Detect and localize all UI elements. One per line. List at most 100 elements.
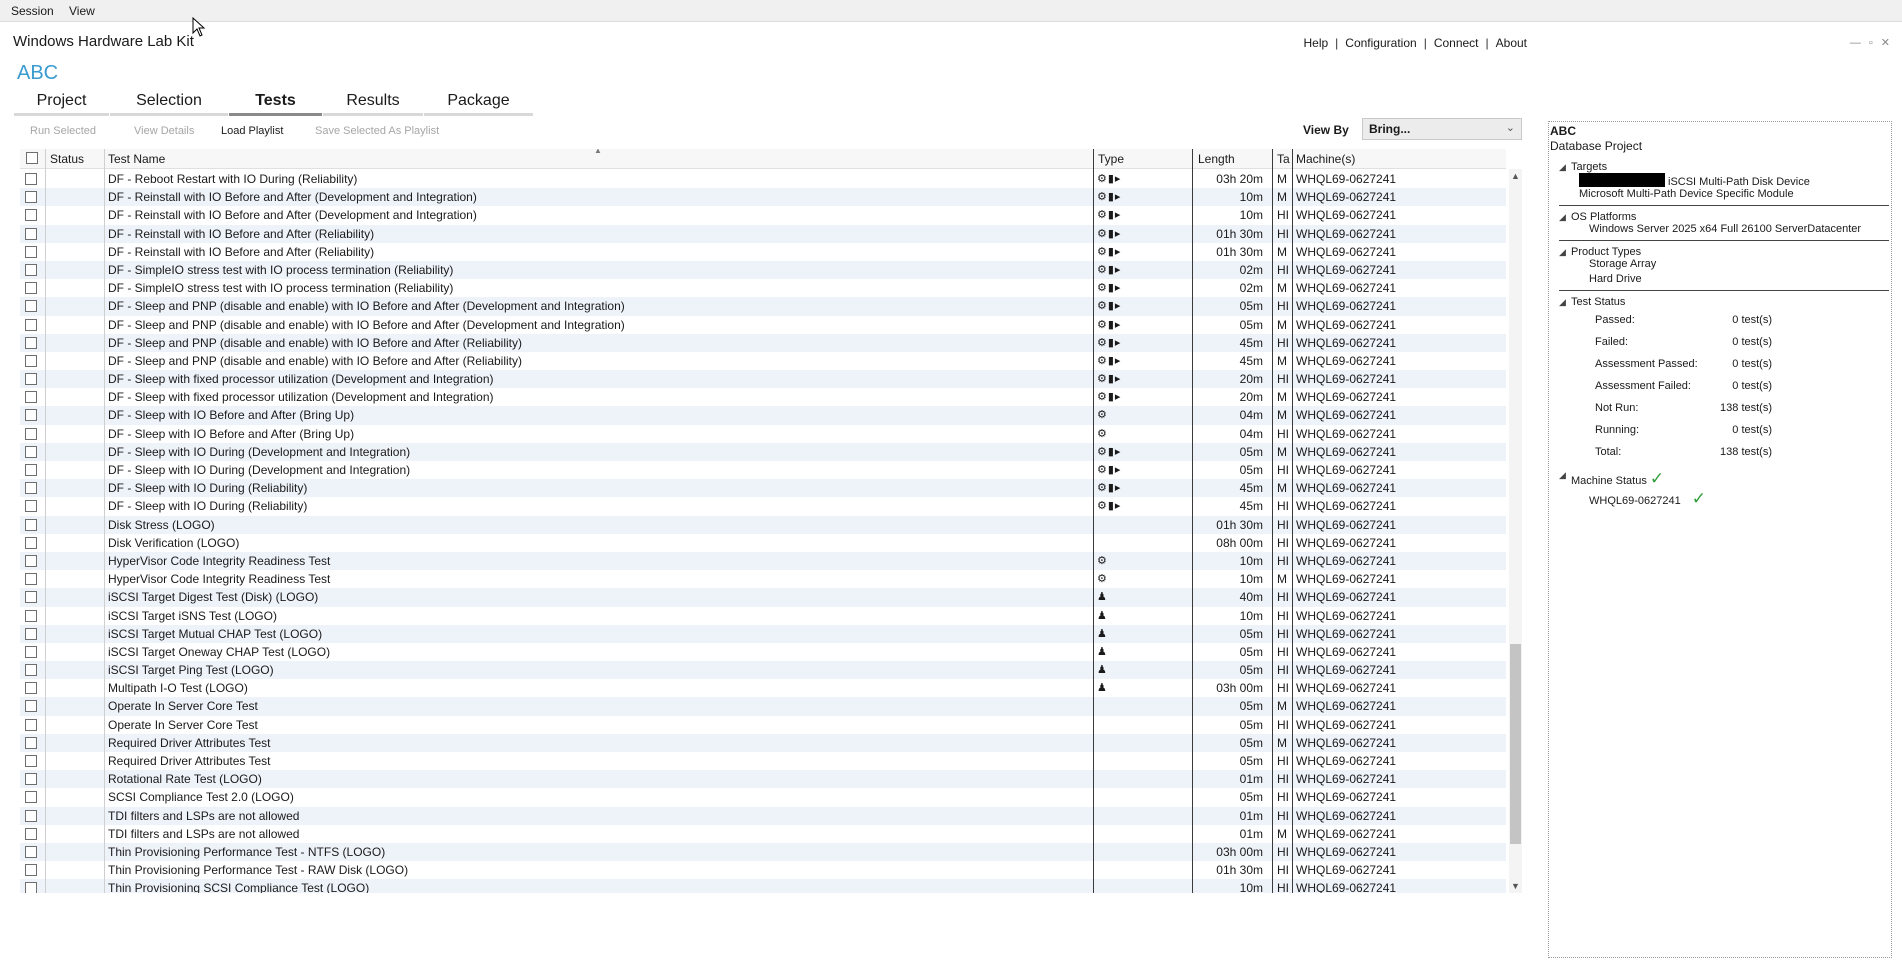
row-checkbox[interactable] (25, 791, 37, 804)
row-checkbox[interactable] (25, 373, 37, 386)
table-row[interactable]: DF - SimpleIO stress test with IO proces… (20, 260, 1506, 280)
row-checkbox[interactable] (25, 700, 37, 713)
configuration-link[interactable]: Configuration (1338, 36, 1423, 50)
row-checkbox[interactable] (25, 809, 37, 822)
row-checkbox[interactable] (25, 427, 37, 440)
os-platforms-header[interactable]: ◢ OS Platforms (1559, 211, 1889, 223)
connect-link[interactable]: Connect (1427, 36, 1486, 50)
row-checkbox[interactable] (25, 518, 37, 531)
tab-tests[interactable]: Tests (229, 92, 322, 116)
column-ta[interactable]: Ta (1277, 152, 1290, 166)
row-checkbox[interactable] (25, 500, 37, 513)
menu-view[interactable]: View (69, 4, 95, 18)
row-checkbox[interactable] (25, 536, 37, 549)
scroll-down-icon[interactable]: ▼ (1511, 881, 1520, 891)
table-row[interactable]: DF - Reinstall with IO Before and After … (20, 188, 1506, 207)
table-row[interactable]: DF - Sleep with IO During (Reliability) ⚙… (20, 497, 1506, 515)
collapse-icon[interactable]: ◢ (1559, 162, 1566, 173)
table-row[interactable]: Operate In Server Core Test 05m HI WHQL69-0… (20, 716, 1506, 734)
test-status-header[interactable]: ◢ Test Status (1559, 296, 1889, 308)
column-status[interactable]: Status (50, 152, 84, 166)
row-checkbox[interactable] (25, 845, 37, 858)
machine-item[interactable]: WHQL69-0627241 ✓ (1559, 489, 1889, 508)
column-machines[interactable]: Machine(s) (1296, 152, 1355, 166)
row-checkbox[interactable] (25, 773, 37, 786)
row-checkbox[interactable] (25, 263, 37, 276)
run-selected-button[interactable]: Run Selected (30, 125, 96, 137)
row-checkbox[interactable] (25, 755, 37, 767)
menu-session[interactable]: Session (11, 4, 54, 18)
table-row[interactable]: Rotational Rate Test (LOGO) 01m HI WHQL69-0… (20, 770, 1506, 789)
row-checkbox[interactable] (25, 300, 37, 313)
row-checkbox[interactable] (25, 173, 37, 185)
row-checkbox[interactable] (25, 391, 37, 404)
column-length[interactable]: Length (1198, 152, 1235, 166)
table-row[interactable]: DF - Reinstall with IO Before and After … (20, 243, 1506, 261)
table-row[interactable]: Thin Provisioning Performance Test - NTF… (20, 842, 1506, 862)
load-playlist-button[interactable]: Load Playlist (221, 125, 283, 137)
tab-selection[interactable]: Selection (110, 92, 228, 116)
close-icon[interactable]: ✕ (1881, 37, 1898, 49)
row-checkbox[interactable] (25, 827, 37, 840)
table-row[interactable]: Thin Provisioning SCSI Compliance Test (… (20, 879, 1506, 893)
table-row[interactable]: Disk Verification (LOGO) 08h 00m HI WHQL69-… (20, 534, 1506, 552)
row-checkbox[interactable] (25, 409, 37, 422)
table-row[interactable]: Thin Provisioning Performance Test - RAW… (20, 861, 1506, 879)
row-checkbox[interactable] (25, 227, 37, 240)
column-type[interactable]: Type (1098, 152, 1124, 166)
table-row[interactable]: SCSI Compliance Test 2.0 (LOGO) 05m HI WHQL… (20, 788, 1506, 806)
table-row[interactable]: Operate In Server Core Test 05m M WHQL69-06… (20, 697, 1506, 716)
table-row[interactable]: iSCSI Target Mutual CHAP Test (LOGO) ♟ 05m… (20, 624, 1506, 643)
table-row[interactable]: TDI filters and LSPs are not allowed 01m H… (20, 806, 1506, 825)
table-row[interactable]: Disk Stress (LOGO) 01h 30m HI WHQL69-062724… (20, 515, 1506, 534)
row-checkbox[interactable] (25, 591, 37, 604)
row-checkbox[interactable] (25, 282, 37, 295)
row-checkbox[interactable] (25, 682, 37, 695)
product-types-header[interactable]: ◢ Product Types (1559, 246, 1889, 258)
save-playlist-button[interactable]: Save Selected As Playlist (315, 125, 439, 137)
table-row[interactable]: DF - Sleep and PNP (disable and enable) … (20, 352, 1506, 370)
table-row[interactable]: DF - Sleep with IO During (Development a… (20, 461, 1506, 479)
row-checkbox[interactable] (25, 718, 37, 731)
row-checkbox[interactable] (25, 209, 37, 222)
view-by-select[interactable]: Bring... ⌄ (1362, 118, 1522, 140)
row-checkbox[interactable] (25, 664, 37, 677)
row-checkbox[interactable] (25, 191, 37, 204)
table-row[interactable]: DF - Sleep with fixed processor utilizat… (20, 370, 1506, 389)
row-checkbox[interactable] (25, 736, 37, 749)
table-row[interactable]: Required Driver Attributes Test 05m HI WHQL… (20, 752, 1506, 770)
row-checkbox[interactable] (25, 482, 37, 495)
row-checkbox[interactable] (25, 609, 37, 622)
table-row[interactable]: DF - Sleep with IO During (Development a… (20, 442, 1506, 461)
row-checkbox[interactable] (25, 354, 37, 367)
row-checkbox[interactable] (25, 554, 37, 567)
row-checkbox[interactable] (25, 336, 37, 349)
table-row[interactable]: iSCSI Target Ping Test (LOGO) ♟ 05m HI WHQL6… (20, 661, 1506, 680)
table-row[interactable]: DF - Reboot Restart with IO During (Reli… (20, 170, 1506, 188)
select-all-checkbox[interactable] (26, 152, 38, 164)
tab-results[interactable]: Results (323, 92, 423, 116)
collapse-icon[interactable]: ◢ (1559, 212, 1566, 223)
machine-status-header[interactable]: ◢ Machine Status ✓ (1559, 469, 1889, 489)
restore-icon[interactable]: ▫ (1869, 37, 1881, 49)
table-row[interactable]: TDI filters and LSPs are not allowed 01m M… (20, 825, 1506, 843)
row-checkbox[interactable] (25, 645, 37, 658)
about-link[interactable]: About (1489, 36, 1534, 50)
table-row[interactable]: DF - Reinstall with IO Before and After … (20, 224, 1506, 243)
row-checkbox[interactable] (25, 445, 37, 458)
table-row[interactable]: iSCSI Target Oneway CHAP Test (LOGO) ♟ 05m… (20, 643, 1506, 661)
row-checkbox[interactable] (25, 864, 37, 877)
view-details-button[interactable]: View Details (134, 125, 194, 137)
scroll-up-icon[interactable]: ▲ (1511, 171, 1520, 181)
table-row[interactable]: HyperVisor Code Integrity Readiness Test… (20, 551, 1506, 571)
table-row[interactable]: DF - Sleep and PNP (disable and enable) … (20, 316, 1506, 334)
grid-scrollbar[interactable]: ▲ ▼ (1509, 169, 1522, 893)
table-row[interactable]: HyperVisor Code Integrity Readiness Test… (20, 570, 1506, 588)
table-row[interactable]: DF - Sleep and PNP (disable and enable) … (20, 333, 1506, 352)
row-checkbox[interactable] (25, 464, 37, 476)
table-row[interactable]: DF - Reinstall with IO Before and After … (20, 206, 1506, 224)
row-checkbox[interactable] (25, 318, 37, 331)
table-row[interactable]: iSCSI Target Digest Test (Disk) (LOGO) ♟ 4… (20, 588, 1506, 607)
targets-header[interactable]: ◢ Targets (1559, 161, 1889, 173)
collapse-icon[interactable]: ◢ (1559, 297, 1566, 308)
